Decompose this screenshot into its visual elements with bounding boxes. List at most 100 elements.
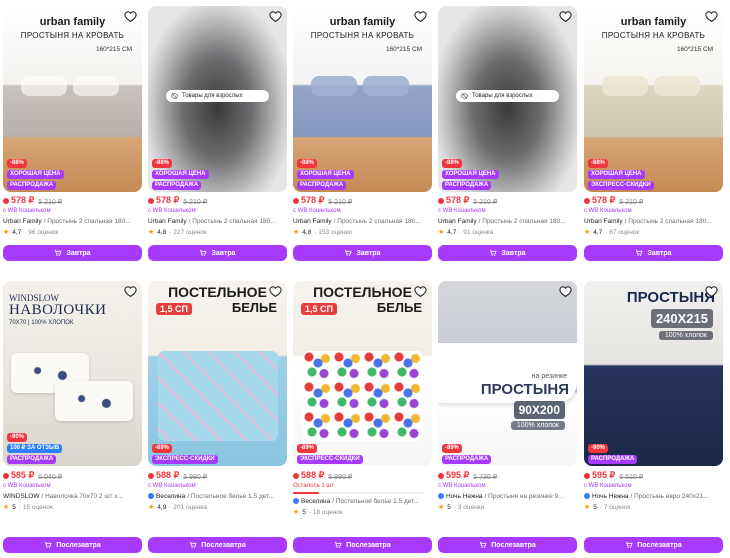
rating-value: 4,9: [157, 504, 167, 511]
heart-icon[interactable]: [705, 10, 718, 23]
product-info: 578 ₽5 210 ₽ с WB Кошельком Urban Family…: [3, 195, 142, 238]
product-image[interactable]: urban family ПРОСТЫНЯ НА КРОВАТЬ 160*215…: [584, 6, 723, 192]
product-image-blurred[interactable]: Товары для взрослых -88% ХОРОШАЯ ЦЕНА РА…: [438, 6, 577, 192]
product-title[interactable]: Ночь Нежна / Простыня на резинке 9...: [438, 491, 577, 502]
add-to-cart-button[interactable]: Послезавтра: [293, 537, 432, 553]
add-to-cart-button[interactable]: Завтра: [3, 245, 142, 261]
product-title[interactable]: Urban Family / Простынь 2 спальная 180...: [148, 216, 287, 227]
heart-icon[interactable]: [124, 285, 137, 298]
heart-icon[interactable]: [414, 285, 427, 298]
image-size: 160*215 СМ: [95, 46, 132, 53]
star-icon: ★: [293, 509, 300, 516]
discount-badge: -88%: [442, 159, 463, 168]
product-info: 585 ₽6 040 ₽ с WB Кошельком WINDSLOW / На…: [3, 470, 142, 513]
product-card[interactable]: Товары для взрослых -88% ХОРОШАЯ ЦЕНА РА…: [148, 6, 287, 261]
old-price: 5 210 ₽: [473, 198, 498, 206]
product-image[interactable]: ПРОСТЫНЯ 240Х215 100% хлопок -90% РАСПРО…: [584, 281, 723, 466]
price: 578 ₽: [11, 195, 35, 205]
brand-name: Urban Family: [148, 218, 187, 225]
rating-value: 4,8: [157, 229, 167, 236]
wallet-dot-icon: [438, 472, 444, 479]
brand-name: Ночь Нежна: [592, 493, 629, 500]
wallet-dot-icon: [148, 472, 154, 479]
add-to-cart-button[interactable]: Завтра: [438, 245, 577, 261]
wallet-note: с WB Кошельком: [584, 208, 632, 214]
image-size: 160*215 СМ: [676, 46, 713, 53]
old-price: 5 990 ₽: [183, 473, 208, 481]
review-count: · 227 оценок: [169, 229, 207, 236]
product-card[interactable]: на резинке ПРОСТЫНЯ 90Х200 100% хлопок -…: [438, 281, 577, 553]
image-material: 100% хлопок: [658, 331, 713, 340]
image-subtitle: 70Х70 | 100% ХЛОПОК: [9, 320, 74, 326]
product-image-blurred[interactable]: Товары для взрослых -88% ХОРОШАЯ ЦЕНА РА…: [148, 6, 287, 192]
product-image[interactable]: urban family ПРОСТЫНЯ НА КРОВАТЬ 160*215…: [3, 6, 142, 192]
add-to-cart-button[interactable]: Завтра: [293, 245, 432, 261]
product-title[interactable]: Urban Family / Простынь 2 спальная 180...: [438, 216, 577, 227]
sale-badge: РАСПРОДАЖА: [152, 181, 202, 190]
product-title[interactable]: Urban Family / Простынь 2 спальная 180...: [3, 216, 142, 227]
heart-icon[interactable]: [269, 10, 282, 23]
express-discount-badge: ЭКСПРЕСС-СКИДКИ: [297, 455, 363, 464]
add-to-cart-button[interactable]: Послезавтра: [438, 537, 577, 553]
wallet-dot-icon: [3, 472, 9, 479]
cart-icon: [345, 249, 352, 257]
product-name: / Простынь 2 спальная 180...: [333, 218, 421, 225]
product-card[interactable]: WINDSLOW НАВОЛОЧКИ 70Х70 | 100% ХЛОПОК -…: [3, 281, 142, 553]
product-card[interactable]: urban family ПРОСТЫНЯ НА КРОВАТЬ 160*215…: [584, 6, 723, 261]
product-image[interactable]: WINDSLOW НАВОЛОЧКИ 70Х70 | 100% ХЛОПОК -…: [3, 281, 142, 466]
star-icon: ★: [438, 504, 445, 511]
product-title[interactable]: WINDSLOW / Наволочка 70х70 2 шт х...: [3, 491, 142, 502]
product-card[interactable]: ПРОСТЫНЯ 240Х215 100% хлопок -90% РАСПРО…: [584, 281, 723, 553]
wallet-note: с WB Кошельком: [148, 483, 196, 489]
verified-icon: [293, 498, 299, 504]
product-info: 578 ₽5 210 ₽ с WB Кошельком Urban Family…: [148, 195, 287, 238]
product-card[interactable]: urban family ПРОСТЫНЯ НА КРОВАТЬ 160*215…: [293, 6, 432, 261]
eye-off-icon: [170, 93, 179, 99]
review-reward-badge: 100 ₽ ЗА ОТЗЫВ: [7, 444, 63, 453]
wallet-dot-icon: [584, 197, 590, 204]
heart-icon[interactable]: [124, 10, 137, 23]
cart-icon: [626, 541, 633, 549]
verified-icon: [148, 493, 154, 499]
image-label: на резинке: [531, 373, 567, 380]
product-card[interactable]: ПОСТЕЛЬНОЕ БЕЛЬЕ 1,5 СП -89% ЭКСПРЕСС-СК…: [293, 281, 432, 553]
product-card[interactable]: ПОСТЕЛЬНОЕ БЕЛЬЕ 1,5 СП -89% ЭКСПРЕСС-СК…: [148, 281, 287, 553]
heart-icon[interactable]: [705, 285, 718, 298]
product-name: / Простынь 2 спальная 180...: [624, 218, 712, 225]
adult-label-text: Товары для взрослых: [472, 93, 533, 99]
eye-off-icon: [460, 93, 469, 99]
add-to-cart-button[interactable]: Послезавтра: [148, 537, 287, 553]
product-title[interactable]: Веселина / Постельное белье 1.5 дет...: [148, 491, 287, 502]
product-image[interactable]: urban family ПРОСТЫНЯ НА КРОВАТЬ 160*215…: [293, 6, 432, 192]
heart-icon[interactable]: [269, 285, 282, 298]
product-name: / Постельное белье 1.5 дет...: [187, 493, 274, 500]
product-image[interactable]: на резинке ПРОСТЫНЯ 90Х200 100% хлопок -…: [438, 281, 577, 466]
product-image[interactable]: ПОСТЕЛЬНОЕ БЕЛЬЕ 1,5 СП -89% ЭКСПРЕСС-СК…: [148, 281, 287, 466]
product-card[interactable]: Товары для взрослых -88% ХОРОШАЯ ЦЕНА РА…: [438, 6, 577, 261]
product-title[interactable]: Urban Family / Простынь 2 спальная 180...: [293, 216, 432, 227]
product-image[interactable]: ПОСТЕЛЬНОЕ БЕЛЬЕ 1,5 СП -89% ЭКСПРЕСС-СК…: [293, 281, 432, 466]
image-material: 100% хлопок: [510, 421, 565, 430]
old-price: 5 730 ₽: [473, 473, 498, 481]
rating: ★ 4,9 · 201 оценка: [148, 502, 287, 513]
heart-icon[interactable]: [559, 285, 572, 298]
product-title[interactable]: Ночь Нежна / Простынь евро 240х21...: [584, 491, 723, 502]
heart-icon[interactable]: [414, 10, 427, 23]
review-count: · 67 оценок: [605, 229, 640, 236]
add-to-cart-button[interactable]: Послезавтра: [584, 537, 723, 553]
wallet-note: с WB Кошельком: [293, 208, 341, 214]
product-title[interactable]: Веселина / Постельное белье 1.5 дет...: [293, 496, 432, 507]
adult-content-label: Товары для взрослых: [166, 90, 269, 102]
heart-icon[interactable]: [559, 10, 572, 23]
badge-group: -90% РАСПРОДАЖА: [588, 444, 638, 464]
wallet-note: с WB Кошельком: [148, 208, 196, 214]
add-to-cart-button[interactable]: Завтра: [584, 245, 723, 261]
add-to-cart-button[interactable]: Завтра: [148, 245, 287, 261]
badge-group: -89% ЭКСПРЕСС-СКИДКИ: [297, 444, 363, 464]
rating-value: 5: [12, 504, 16, 511]
product-card[interactable]: urban family ПРОСТЫНЯ НА КРОВАТЬ 160*215…: [3, 6, 142, 261]
add-to-cart-button[interactable]: Послезавтра: [3, 537, 142, 553]
price: 595 ₽: [446, 470, 470, 480]
wallet-note: с WB Кошельком: [3, 208, 51, 214]
product-title[interactable]: Urban Family / Простынь 2 спальная 180...: [584, 216, 723, 227]
